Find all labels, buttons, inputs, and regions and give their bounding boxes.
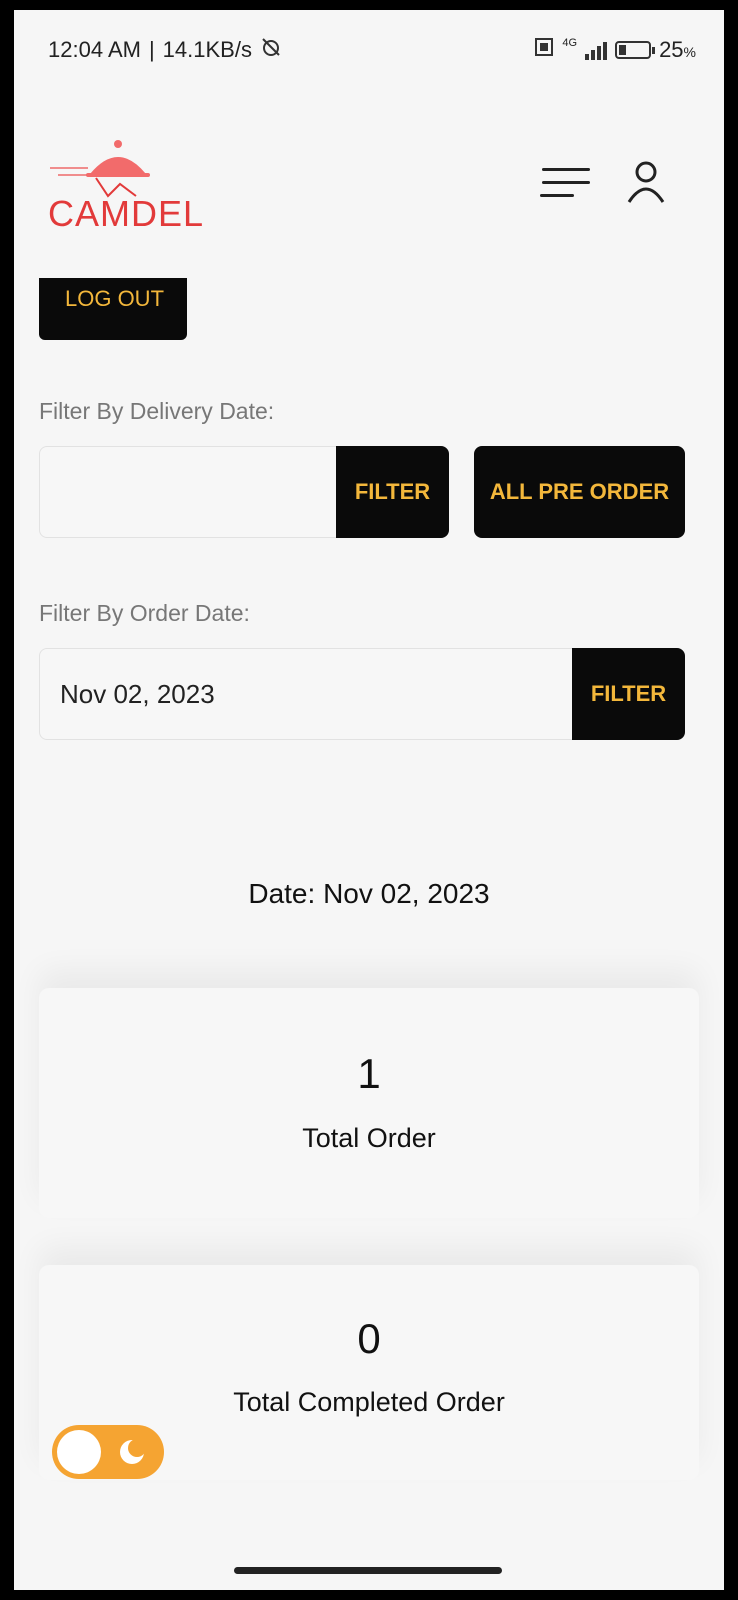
- delivery-date-input[interactable]: [39, 446, 339, 538]
- selected-date-heading: Date: Nov 02, 2023: [248, 878, 490, 909]
- dark-mode-toggle[interactable]: [52, 1425, 164, 1479]
- home-indicator[interactable]: [234, 1567, 502, 1574]
- battery-value: 25: [659, 37, 684, 62]
- order-date-label: Filter By Order Date:: [39, 600, 250, 626]
- delivery-date-label: Filter By Delivery Date:: [39, 398, 275, 424]
- order-filter-button[interactable]: FILTER: [572, 648, 685, 740]
- battery-icon: [615, 41, 656, 59]
- logo[interactable]: CAMDEL: [48, 138, 203, 238]
- signal-icon: [585, 40, 608, 60]
- battery-level: 25%: [659, 37, 696, 63]
- sim-icon: [534, 37, 554, 63]
- network-type: 4G: [562, 37, 578, 49]
- app-screen: 12:04 AM | 14.1KB/s 4G 25% CAMDEL LOG OU…: [14, 10, 724, 1590]
- logout-button[interactable]: LOG OUT: [39, 278, 187, 340]
- order-date-input[interactable]: Nov 02, 2023: [39, 648, 575, 740]
- total-completed-order-label: Total Completed Order: [233, 1387, 505, 1417]
- total-order-value: 1: [357, 1050, 381, 1097]
- delivery-filter-button[interactable]: FILTER: [336, 446, 449, 538]
- status-left: 12:04 AM | 14.1KB/s: [48, 36, 282, 64]
- total-order-label: Total Order: [302, 1123, 436, 1153]
- alarm-off-icon: [260, 36, 282, 64]
- header: CAMDEL: [14, 120, 724, 240]
- status-bar: 12:04 AM | 14.1KB/s 4G 25%: [14, 10, 724, 90]
- cloche-logo-icon: [50, 140, 150, 198]
- total-completed-order-value: 0: [357, 1315, 381, 1362]
- battery-unit: %: [683, 44, 696, 60]
- moon-icon: [120, 1439, 146, 1464]
- toggle-knob: [57, 1430, 101, 1474]
- status-right: 4G 25%: [534, 37, 696, 63]
- menu-icon[interactable]: [540, 168, 590, 200]
- all-pre-order-button[interactable]: ALL PRE ORDER: [474, 446, 685, 538]
- user-icon[interactable]: [626, 160, 666, 204]
- status-time: 12:04 AM: [48, 37, 141, 62]
- status-speed: 14.1KB/s: [162, 37, 252, 62]
- battery-fill: [619, 45, 627, 55]
- total-order-card: 1 Total Order: [39, 988, 699, 1218]
- status-divider: |: [148, 37, 155, 62]
- logo-text: CAMDEL: [48, 193, 205, 234]
